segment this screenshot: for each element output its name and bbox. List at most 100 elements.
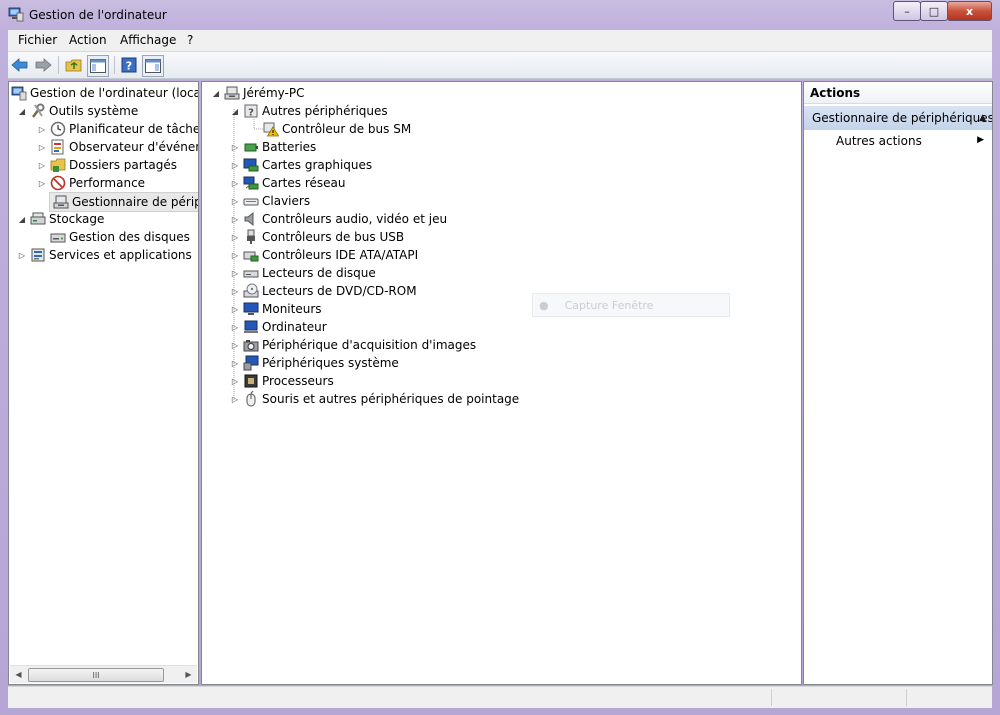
console-tree-icon[interactable] xyxy=(87,55,109,77)
maximize-button[interactable]: □ xyxy=(920,1,948,21)
collapse-arrow-icon[interactable]: ◢ xyxy=(17,214,27,224)
device-category-cartes-graphiques[interactable]: ▷ Cartes graphiques xyxy=(230,156,372,174)
tree-item-performance[interactable]: ▷ Performance xyxy=(37,174,145,192)
device-category-lecteurs-disque[interactable]: ▷ Lecteurs de disque xyxy=(230,264,376,282)
expand-arrow-icon[interactable]: ▷ xyxy=(230,196,240,206)
expand-arrow-icon[interactable]: ▷ xyxy=(230,358,240,368)
menu-fichier[interactable]: Fichier xyxy=(18,33,57,47)
tree-item-gestion-disques[interactable]: Gestion des disques xyxy=(50,228,190,246)
section-collapse-icon[interactable]: ▲ xyxy=(979,113,986,123)
collapse-arrow-icon[interactable]: ◢ xyxy=(17,106,27,116)
actions-section-label: Gestionnaire de périphériques xyxy=(812,111,992,125)
forward-icon[interactable] xyxy=(33,55,53,75)
expand-arrow-icon[interactable]: ▷ xyxy=(230,142,240,152)
expand-arrow-icon[interactable]: ▷ xyxy=(230,250,240,260)
tree-item-gestionnaire-peripheriques[interactable]: Gestionnaire de périphé xyxy=(49,192,198,212)
device-category-usb[interactable]: ▷ Contrôleurs de bus USB xyxy=(230,228,404,246)
action-pane-icon[interactable] xyxy=(142,55,164,77)
expand-arrow-icon[interactable]: ▷ xyxy=(230,232,240,242)
device-tree-label: Périphériques système xyxy=(262,356,399,370)
device-tree-label: Contrôleur de bus SM xyxy=(282,122,412,136)
help-icon[interactable]: ? xyxy=(119,55,139,75)
scroll-right-button[interactable]: ▶ xyxy=(180,666,197,683)
expand-arrow-icon[interactable]: ▷ xyxy=(230,304,240,314)
expand-arrow-icon[interactable]: ▷ xyxy=(230,376,240,386)
expand-arrow-icon[interactable]: ▷ xyxy=(37,124,47,134)
svg-text:?: ? xyxy=(248,108,254,119)
expand-arrow-icon[interactable]: ▷ xyxy=(37,142,47,152)
scroll-thumb[interactable]: III xyxy=(28,668,164,682)
menu-action[interactable]: Action xyxy=(69,33,107,47)
device-category-audio[interactable]: ▷ Contrôleurs audio, vidéo et jeu xyxy=(230,210,447,228)
tree-item-services-applications[interactable]: ▷ Services et applications xyxy=(17,246,192,264)
device-category-cartes-reseau[interactable]: ▷ Cartes réseau xyxy=(230,174,346,192)
console-tree-pane[interactable]: Gestion de l'ordinateur (local) ◢ Outils… xyxy=(8,81,199,685)
device-category-dvd[interactable]: ▷ Lecteurs de DVD/CD-ROM xyxy=(230,282,417,300)
ide-controller-icon xyxy=(243,247,259,263)
device-category-moniteurs[interactable]: ▷ Moniteurs xyxy=(230,300,322,318)
device-tree-root[interactable]: ◢ Jérémy-PC xyxy=(211,84,305,102)
device-tree-pane[interactable]: ◢ Jérémy-PC ◢ ? Autres périphériques Con… xyxy=(201,81,802,685)
device-tree-label: Ordinateur xyxy=(262,320,327,334)
horizontal-scrollbar[interactable]: ◀ III ▶ xyxy=(10,665,197,683)
tree-label: Performance xyxy=(69,176,146,190)
collapse-arrow-icon[interactable]: ◢ xyxy=(230,106,240,116)
submenu-arrow-icon[interactable]: ▶ xyxy=(977,135,984,145)
warning-device-icon xyxy=(263,121,279,137)
device-bus-sm[interactable]: Contrôleur de bus SM xyxy=(263,120,411,138)
tree-item-planificateur[interactable]: ▷ Planificateur de tâches xyxy=(37,120,198,138)
tree-item-stockage[interactable]: ◢ Stockage xyxy=(17,210,104,228)
title-bar[interactable]: Gestion de l'ordinateur – □ x xyxy=(0,0,1000,30)
expand-arrow-icon[interactable]: ▷ xyxy=(37,160,47,170)
device-category-autres[interactable]: ◢ ? Autres périphériques xyxy=(230,102,388,120)
expand-arrow-icon[interactable]: ▷ xyxy=(230,268,240,278)
up-folder-icon[interactable] xyxy=(64,55,84,75)
svg-text:?: ? xyxy=(126,60,132,73)
tree-item-dossiers-partages[interactable]: ▷ Dossiers partagés xyxy=(37,156,177,174)
window-title: Gestion de l'ordinateur xyxy=(29,8,167,22)
device-category-batteries[interactable]: ▷ Batteries xyxy=(230,138,316,156)
device-tree-label: Souris et autres périphériques de pointa… xyxy=(262,392,520,406)
device-category-processeurs[interactable]: ▷ Processeurs xyxy=(230,372,334,390)
back-icon[interactable] xyxy=(10,55,30,75)
tree-item-root[interactable]: Gestion de l'ordinateur (local) xyxy=(11,84,199,102)
expand-arrow-icon[interactable]: ▷ xyxy=(17,250,27,260)
device-category-acquisition-images[interactable]: ▷ Périphérique d'acquisition d'images xyxy=(230,336,476,354)
tree-item-outils-systeme[interactable]: ◢ Outils système xyxy=(17,102,138,120)
menu-affichage[interactable]: Affichage xyxy=(120,33,176,47)
expand-arrow-icon[interactable]: ▷ xyxy=(230,322,240,332)
computer-icon xyxy=(243,319,259,335)
toolbar-separator xyxy=(114,56,115,74)
device-tree-label: Cartes graphiques xyxy=(262,158,373,172)
expand-arrow-icon[interactable]: ▷ xyxy=(230,214,240,224)
collapse-arrow-icon[interactable]: ◢ xyxy=(211,88,221,98)
expand-arrow-icon[interactable]: ▷ xyxy=(230,286,240,296)
capture-dot-icon: ● xyxy=(539,298,549,312)
menu-help[interactable]: ? xyxy=(187,33,193,47)
device-category-ordinateur[interactable]: ▷ Ordinateur xyxy=(230,318,327,336)
scroll-left-button[interactable]: ◀ xyxy=(10,666,27,683)
disk-management-icon xyxy=(50,229,66,245)
device-tree-label: Contrôleurs de bus USB xyxy=(262,230,405,244)
speaker-icon xyxy=(243,211,259,227)
device-category-souris[interactable]: ▷ Souris et autres périphériques de poin… xyxy=(230,390,519,408)
tree-item-observateur[interactable]: ▷ Observateur d'événeme xyxy=(37,138,198,156)
minimize-button[interactable]: – xyxy=(893,1,921,21)
expand-arrow-icon[interactable]: ▷ xyxy=(230,340,240,350)
services-icon xyxy=(30,247,46,263)
tree-label: Outils système xyxy=(49,104,139,118)
expand-arrow-icon[interactable]: ▷ xyxy=(230,178,240,188)
status-bar xyxy=(8,686,992,708)
close-button[interactable]: x xyxy=(947,1,992,21)
disk-drive-icon xyxy=(243,265,259,281)
expand-arrow-icon[interactable]: ▷ xyxy=(37,178,47,188)
device-category-systeme[interactable]: ▷ Périphériques système xyxy=(230,354,399,372)
expand-arrow-icon[interactable]: ▷ xyxy=(230,160,240,170)
actions-section-header[interactable]: Gestionnaire de périphériques xyxy=(804,106,992,130)
autres-actions-item[interactable]: Autres actions xyxy=(836,134,922,148)
tree-label: Gestion de l'ordinateur (local) xyxy=(30,86,199,100)
expand-arrow-icon[interactable]: ▷ xyxy=(230,394,240,404)
device-category-ide[interactable]: ▷ Contrôleurs IDE ATA/ATAPI xyxy=(230,246,418,264)
device-tree-label: Claviers xyxy=(262,194,311,208)
device-category-claviers[interactable]: ▷ Claviers xyxy=(230,192,310,210)
